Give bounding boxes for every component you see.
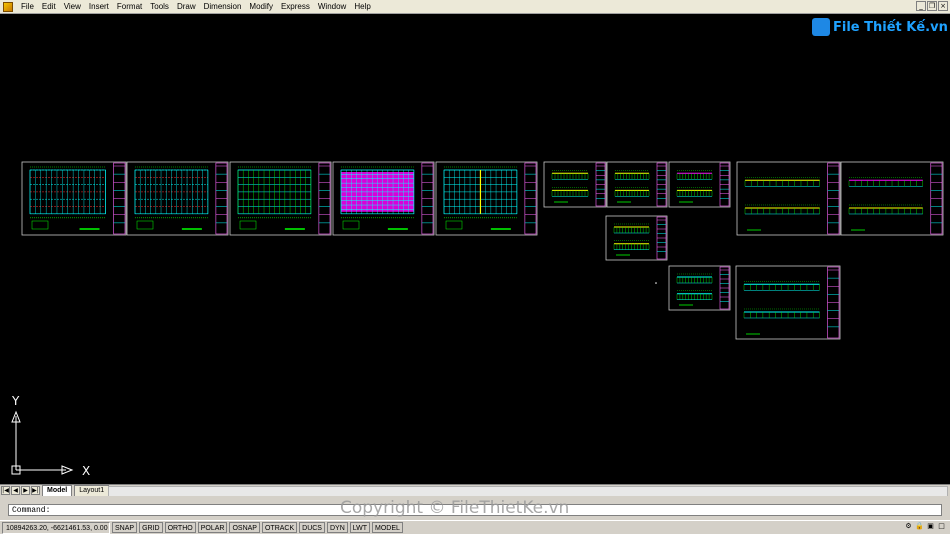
- filethietke-logo: File Thiết Kế.vn: [812, 16, 948, 38]
- menu-express[interactable]: Express: [277, 0, 314, 14]
- cursor-dot: [655, 282, 657, 284]
- prev-tab-icon[interactable]: ◀: [11, 486, 20, 495]
- snap-toggle[interactable]: SNAP: [112, 522, 138, 533]
- drawing-sheet: [605, 215, 668, 261]
- osnap-toggle[interactable]: OSNAP: [229, 522, 260, 533]
- menu-insert[interactable]: Insert: [85, 0, 113, 14]
- ucs-y-label: Y: [11, 394, 20, 408]
- tray-settings-icon[interactable]: ▣: [926, 522, 935, 531]
- drawing-sheet: [126, 161, 229, 236]
- ducs-toggle[interactable]: DUCS: [299, 522, 325, 533]
- restore-icon[interactable]: ❐: [927, 1, 937, 11]
- menu-help[interactable]: Help: [350, 0, 374, 14]
- tab-model[interactable]: Model: [42, 484, 73, 497]
- last-tab-icon[interactable]: ▶|: [31, 486, 40, 495]
- menu-bar: File Edit View Insert Format Tools Draw …: [0, 0, 950, 14]
- ucs-x-label: X: [82, 464, 90, 478]
- command-input[interactable]: Command:: [8, 504, 942, 516]
- grid-toggle[interactable]: GRID: [139, 522, 163, 533]
- minimize-icon[interactable]: _: [916, 1, 926, 11]
- drawing-canvas[interactable]: Y X: [0, 14, 950, 484]
- drawing-sheet: [435, 161, 538, 236]
- menu-view[interactable]: View: [60, 0, 85, 14]
- drawing-sheet: [21, 161, 127, 236]
- menu-dimension[interactable]: Dimension: [200, 0, 246, 14]
- command-prompt: Command:: [12, 506, 51, 515]
- model-toggle[interactable]: MODEL: [372, 522, 403, 533]
- status-tray: ⚙ 🔒 ▣ □: [904, 522, 946, 531]
- menu-window[interactable]: Window: [314, 0, 350, 14]
- menu-tools[interactable]: Tools: [146, 0, 173, 14]
- close-icon[interactable]: ×: [938, 1, 948, 11]
- drawing-sheet: [606, 161, 668, 208]
- drawing-sheets: [21, 161, 944, 340]
- communication-center-icon[interactable]: ⚙: [904, 522, 913, 531]
- ortho-toggle[interactable]: ORTHO: [164, 522, 196, 533]
- autocad-app-icon[interactable]: [3, 1, 13, 12]
- layout-tabs: |◀ ◀ ▶ ▶| Model Layout1: [0, 484, 950, 497]
- cad-drawing: Y X: [11, 161, 944, 478]
- drawing-sheet: [543, 161, 607, 208]
- menu-format[interactable]: Format: [113, 0, 146, 14]
- logo-text: File Thiết Kế.vn: [833, 19, 948, 35]
- menu-edit[interactable]: Edit: [38, 0, 60, 14]
- drawing-sheet: [840, 161, 944, 236]
- window-controls: _ ❐ ×: [916, 1, 948, 11]
- otrack-toggle[interactable]: OTRACK: [261, 522, 298, 533]
- command-area: Command:: [0, 496, 950, 520]
- drawing-sheet: [736, 161, 841, 236]
- ucs-icon: Y X: [11, 394, 90, 478]
- drawing-sheet: [668, 265, 731, 311]
- drawing-sheet: [332, 161, 435, 236]
- polar-toggle[interactable]: POLAR: [197, 522, 228, 533]
- lwt-toggle[interactable]: LWT: [349, 522, 371, 533]
- drawing-sheet: [735, 265, 841, 340]
- drawing-sheet: [668, 161, 731, 208]
- clean-screen-icon[interactable]: □: [937, 522, 946, 531]
- drawing-sheet: [229, 161, 332, 236]
- tab-layout1[interactable]: Layout1: [74, 484, 110, 497]
- dyn-toggle[interactable]: DYN: [326, 522, 348, 533]
- status-bar: 10894263.20, -6621461.53, 0.00 SNAP GRID…: [0, 520, 950, 534]
- next-tab-icon[interactable]: ▶: [21, 486, 30, 495]
- logo-mark: [812, 18, 830, 36]
- menu-modify[interactable]: Modify: [245, 0, 277, 14]
- coordinate-readout: 10894263.20, -6621461.53, 0.00: [2, 521, 110, 534]
- menu-draw[interactable]: Draw: [173, 0, 200, 14]
- first-tab-icon[interactable]: |◀: [1, 486, 10, 495]
- menu-file[interactable]: File: [17, 0, 38, 14]
- lock-icon[interactable]: 🔒: [915, 522, 924, 531]
